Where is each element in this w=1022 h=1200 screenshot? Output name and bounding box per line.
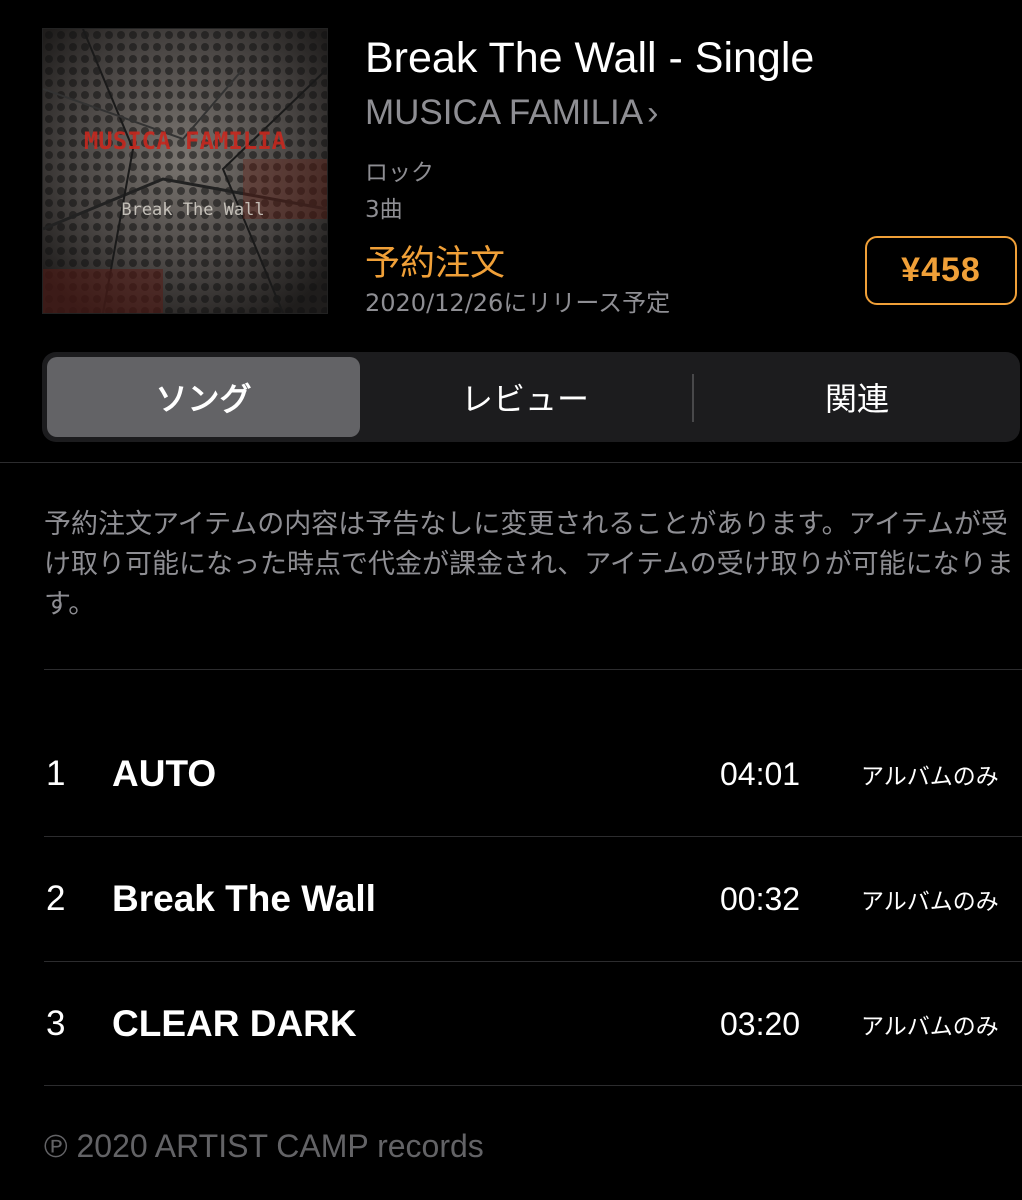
- track-row[interactable]: 2 Break The Wall 00:32 アルバムのみ: [0, 837, 1022, 961]
- divider: [44, 1085, 1022, 1086]
- preorder-notice: 予約注文アイテムの内容は予告なしに変更されることがあります。アイテムが受け取り可…: [44, 509, 1014, 620]
- artist-name: MUSICA FAMILIA: [365, 93, 644, 132]
- divider: [0, 462, 1022, 463]
- tab-songs[interactable]: ソング: [47, 357, 360, 437]
- album-artwork-image: MUSICA FAMILIA Break The Wall: [43, 29, 327, 313]
- artwork-band-text: MUSICA FAMILIA: [84, 127, 287, 155]
- tab-related[interactable]: 関連: [694, 357, 1020, 437]
- price-button[interactable]: ¥458: [865, 236, 1017, 305]
- album-title: Break The Wall - Single: [365, 34, 815, 82]
- track-availability: アルバムのみ: [861, 889, 999, 915]
- track-number: 2: [46, 879, 66, 918]
- track-row[interactable]: 1 AUTO 04:01 アルバムのみ: [0, 712, 1022, 836]
- album-artwork[interactable]: MUSICA FAMILIA Break The Wall: [42, 28, 328, 314]
- release-date: 2020/12/26にリリース予定: [365, 289, 671, 317]
- track-title: AUTO: [112, 753, 217, 794]
- track-availability: アルバムのみ: [861, 764, 999, 790]
- track-duration: 04:01: [720, 755, 801, 792]
- preorder-label: 予約注文: [365, 244, 506, 284]
- track-title: CLEAR DARK: [112, 1003, 357, 1044]
- track-duration: 03:20: [720, 1005, 801, 1042]
- copyright-text: ℗ 2020 ARTIST CAMP records: [44, 1128, 484, 1164]
- artist-link[interactable]: MUSICA FAMILIA ›: [365, 93, 658, 133]
- track-title: Break The Wall: [112, 878, 376, 919]
- track-number: 1: [46, 754, 66, 793]
- track-number: 3: [46, 1004, 66, 1043]
- track-availability: アルバムのみ: [861, 1014, 999, 1040]
- segmented-control: ソング レビュー 関連: [42, 352, 1020, 442]
- artwork-title-text: Break The Wall: [121, 200, 264, 220]
- track-count: 3曲: [365, 197, 403, 223]
- track-row[interactable]: 3 CLEAR DARK 03:20 アルバムのみ: [0, 962, 1022, 1086]
- chevron-right-icon: ›: [647, 93, 659, 132]
- tab-reviews[interactable]: レビュー: [360, 357, 690, 437]
- track-duration: 00:32: [720, 880, 801, 917]
- divider: [44, 669, 1022, 670]
- genre-label: ロック: [365, 160, 434, 186]
